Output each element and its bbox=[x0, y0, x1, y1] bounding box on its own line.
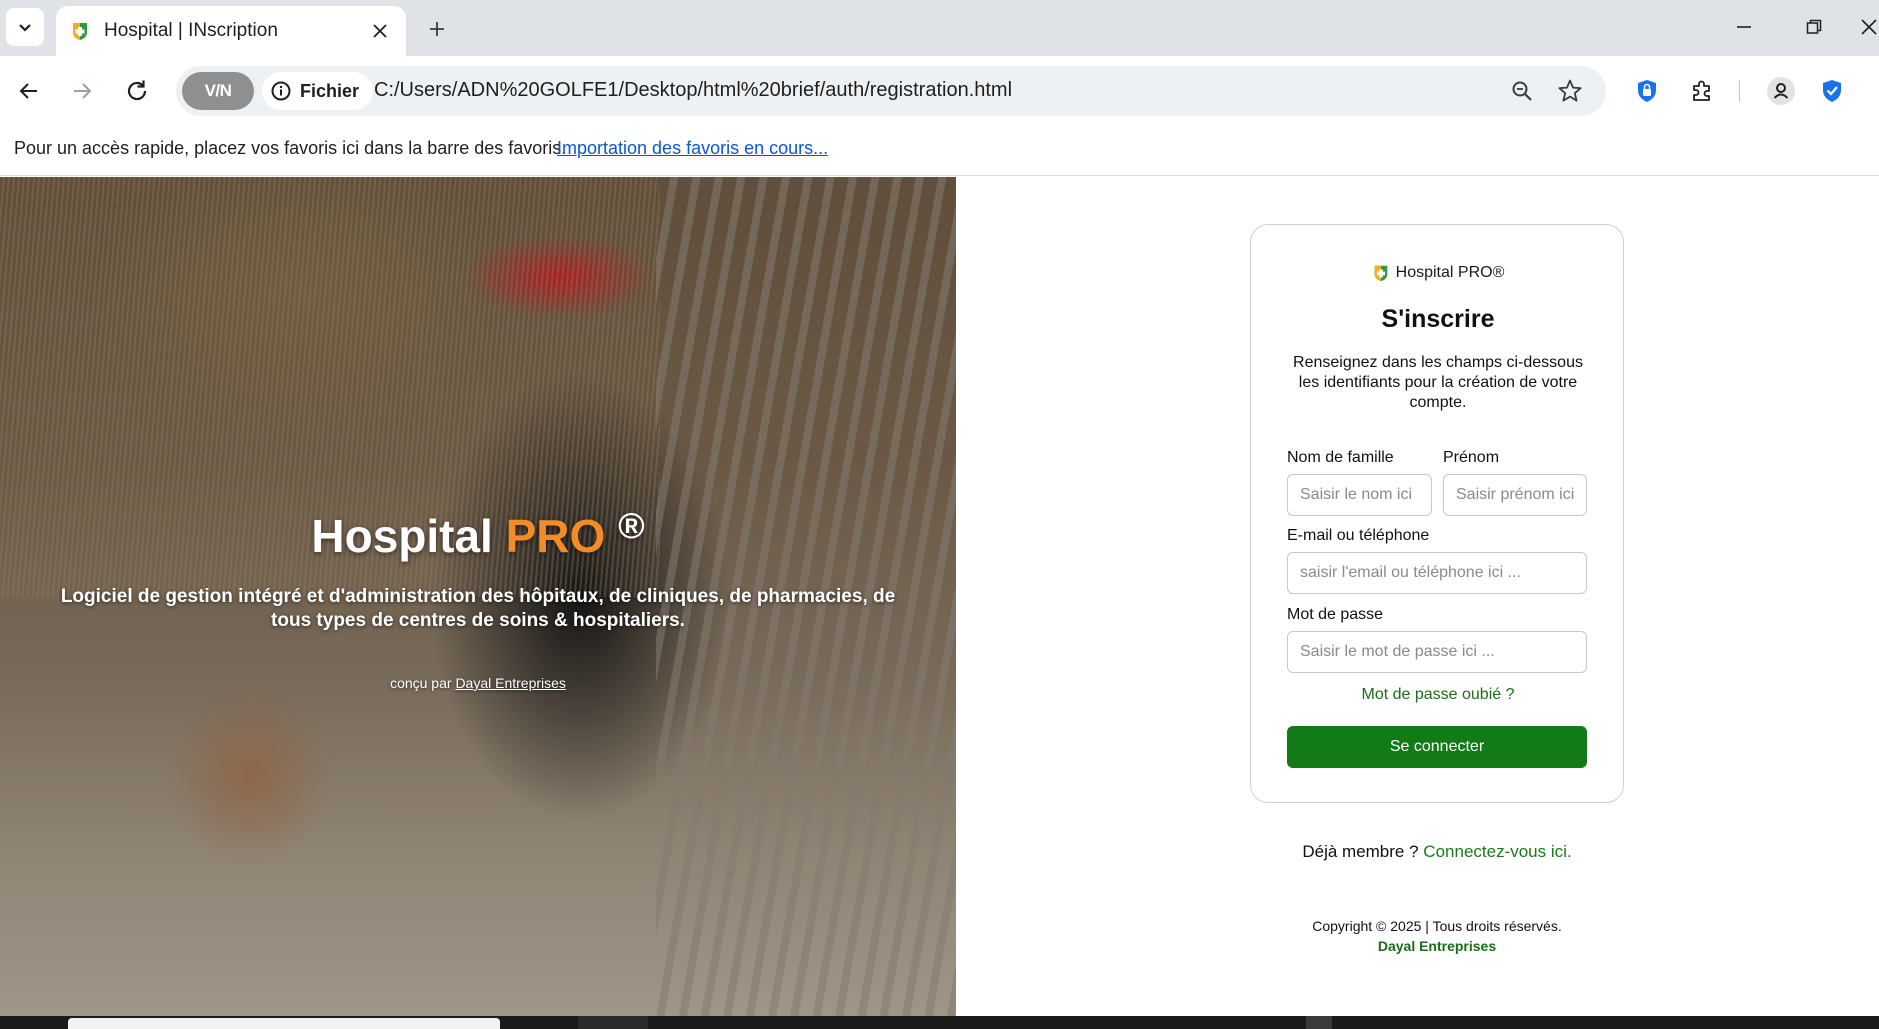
url-text[interactable]: C:/Users/ADN%20GOLFE1/Desktop/html%20bri… bbox=[374, 79, 1012, 102]
profile-button[interactable] bbox=[1764, 74, 1798, 108]
brand-name: Hospital PRO® bbox=[1395, 264, 1505, 281]
chevron-down-icon bbox=[19, 24, 31, 32]
page-content: Hospital PRO ® Logiciel de gestion intég… bbox=[0, 177, 1879, 1016]
hero-credit-link[interactable]: Dayal Entreprises bbox=[455, 675, 566, 691]
window-close-button[interactable] bbox=[1860, 10, 1879, 44]
site-info-button[interactable]: Fichier bbox=[262, 72, 374, 110]
taskbar-tray-button[interactable] bbox=[1306, 1016, 1332, 1029]
hero-title-accent: PRO bbox=[505, 510, 606, 562]
address-bar[interactable]: V/N Fichier C:/Users/ADN%20GOLFE1/Deskto… bbox=[176, 66, 1606, 116]
star-icon bbox=[1558, 79, 1582, 102]
back-button[interactable] bbox=[10, 72, 48, 110]
minimize-icon bbox=[1737, 26, 1751, 28]
security-extension-button[interactable] bbox=[1815, 74, 1849, 108]
bookmarks-hint: Pour un accès rapide, placez vos favoris… bbox=[14, 138, 567, 158]
forgot-password-link[interactable]: Mot de passe oubié ? bbox=[1251, 686, 1625, 704]
tab-strip: Hospital | INscription bbox=[0, 0, 1879, 56]
plus-icon bbox=[430, 22, 444, 36]
login-prompt: Déjà membre ? Connectez-vous ici. bbox=[1250, 842, 1624, 862]
bookmarks-import-link[interactable]: Importation des favoris en cours... bbox=[557, 138, 828, 159]
os-taskbar bbox=[0, 1016, 1879, 1029]
already-member-text: Déjà membre ? bbox=[1302, 842, 1419, 861]
password-label: Mot de passe bbox=[1287, 606, 1384, 623]
toolbar-divider bbox=[1739, 80, 1740, 102]
lastname-label: Nom de famille bbox=[1287, 449, 1394, 466]
back-arrow-icon bbox=[19, 83, 37, 99]
favicon-icon bbox=[73, 23, 87, 40]
site-info-label: Fichier bbox=[300, 80, 360, 101]
contact-label: E-mail ou téléphone bbox=[1287, 527, 1430, 544]
firstname-label: Prénom bbox=[1443, 449, 1500, 466]
hero-credit-prefix: conçu par bbox=[390, 675, 452, 691]
submit-button[interactable]: Se connecter bbox=[1287, 726, 1587, 768]
copyright: Copyright © 2025 | Tous droits réservés.… bbox=[1250, 916, 1624, 956]
browser-toolbar: V/N Fichier C:/Users/ADN%20GOLFE1/Deskto… bbox=[0, 56, 1879, 126]
bookmarks-bar: Pour un accès rapide, placez vos favoris… bbox=[0, 126, 1879, 176]
taskbar-app[interactable] bbox=[578, 1016, 648, 1029]
forward-arrow-icon bbox=[74, 83, 92, 99]
minimize-button[interactable] bbox=[1727, 10, 1761, 44]
new-tab-button[interactable] bbox=[420, 12, 454, 46]
firstname-input[interactable] bbox=[1443, 474, 1587, 516]
tab-close-button[interactable] bbox=[368, 19, 392, 43]
hero-title: Hospital PRO ® bbox=[0, 505, 956, 563]
zoom-icon bbox=[1512, 81, 1532, 101]
extensions-button[interactable] bbox=[1685, 74, 1719, 108]
tab-title: Hospital | INscription bbox=[104, 20, 278, 41]
active-tab[interactable]: Hospital | INscription bbox=[56, 6, 406, 56]
vpn-button[interactable]: V/N bbox=[182, 72, 254, 110]
copyright-text: Copyright © 2025 | Tous droits réservés. bbox=[1312, 918, 1562, 934]
login-link[interactable]: Connectez-vous ici. bbox=[1423, 842, 1571, 861]
tab-search-button[interactable] bbox=[6, 8, 44, 46]
hero-image: Hospital PRO ® Logiciel de gestion intég… bbox=[0, 177, 956, 1016]
info-icon bbox=[271, 81, 291, 101]
form-description: Renseignez dans les champs ci-dessous le… bbox=[1293, 354, 1583, 411]
zoom-button[interactable] bbox=[1506, 75, 1538, 107]
verified-shield-icon bbox=[1823, 80, 1841, 102]
lock-shield-icon bbox=[1638, 80, 1656, 102]
lastname-input[interactable] bbox=[1287, 474, 1432, 516]
restore-icon bbox=[1806, 19, 1822, 34]
extensions-icon bbox=[1693, 80, 1710, 101]
close-icon bbox=[1861, 19, 1877, 35]
bookmark-star-button[interactable] bbox=[1554, 75, 1586, 107]
reload-button[interactable] bbox=[118, 72, 156, 110]
company-name: Dayal Entreprises bbox=[1377, 938, 1497, 954]
reload-icon bbox=[127, 80, 147, 101]
form-title: S'inscrire bbox=[1381, 305, 1495, 333]
taskbar-search-box[interactable] bbox=[68, 1018, 500, 1029]
close-icon bbox=[373, 24, 387, 38]
forward-button[interactable] bbox=[63, 72, 101, 110]
hospital-logo-icon bbox=[1374, 265, 1387, 282]
hero-title-registered: ® bbox=[618, 505, 645, 546]
password-manager-button[interactable] bbox=[1630, 74, 1664, 108]
restore-button[interactable] bbox=[1797, 10, 1831, 44]
contact-input[interactable] bbox=[1287, 552, 1587, 594]
password-input[interactable] bbox=[1287, 631, 1587, 673]
profile-icon bbox=[1767, 77, 1795, 105]
hero-title-main: Hospital bbox=[311, 510, 506, 562]
hero-subtitle: Logiciel de gestion intégré et d'adminis… bbox=[60, 586, 896, 631]
brand: Hospital PRO® bbox=[1251, 263, 1625, 283]
hero-credit: conçu par Dayal Entreprises bbox=[0, 675, 956, 691]
registration-card: Hospital PRO® S'inscrire Renseignez dans… bbox=[1250, 224, 1624, 803]
